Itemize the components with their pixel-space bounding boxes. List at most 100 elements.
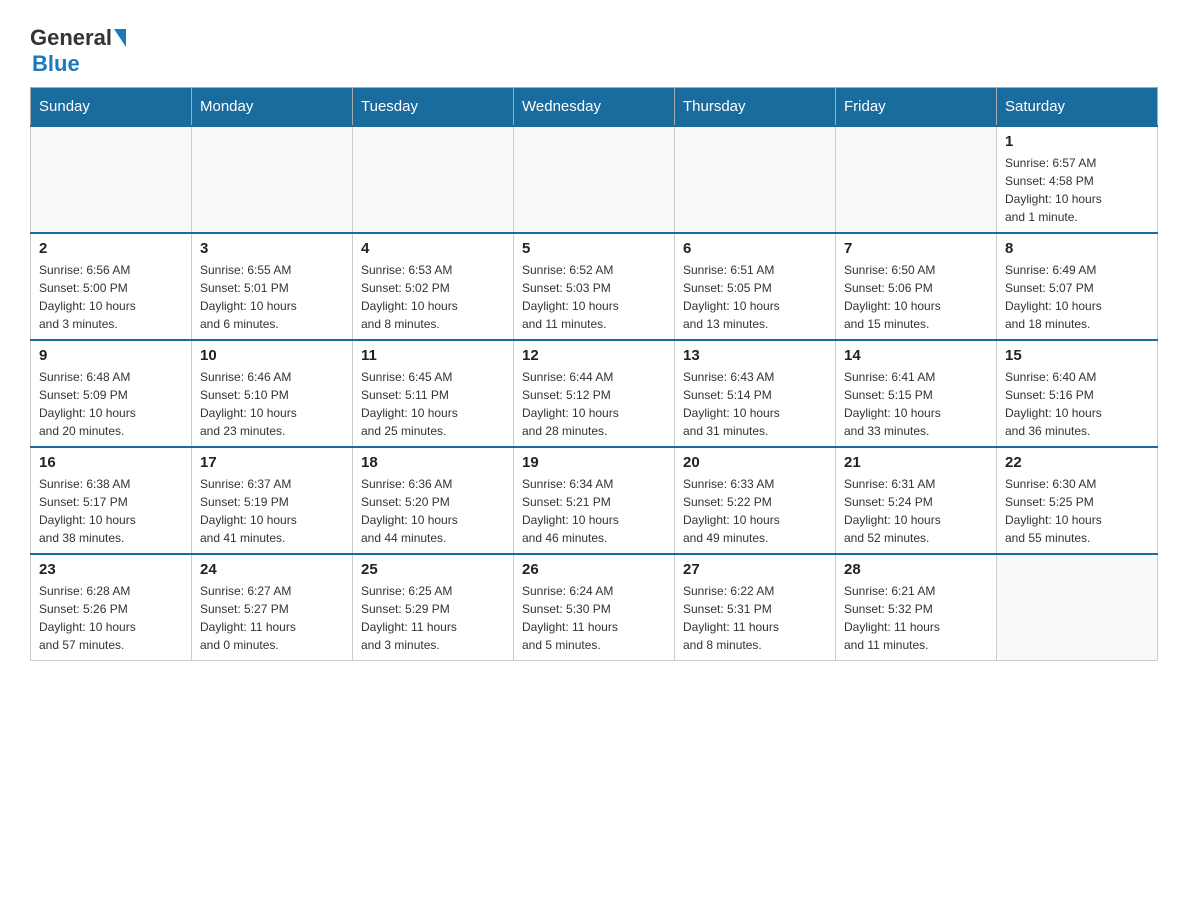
day-number: 5 [522, 240, 666, 257]
calendar-cell [514, 126, 675, 233]
logo-general-word: General [30, 25, 112, 51]
day-sun-info: Sunrise: 6:43 AM Sunset: 5:14 PM Dayligh… [683, 368, 827, 440]
day-sun-info: Sunrise: 6:45 AM Sunset: 5:11 PM Dayligh… [361, 368, 505, 440]
calendar-cell [353, 126, 514, 233]
day-number: 18 [361, 454, 505, 471]
day-sun-info: Sunrise: 6:28 AM Sunset: 5:26 PM Dayligh… [39, 582, 183, 654]
day-number: 16 [39, 454, 183, 471]
day-number: 11 [361, 347, 505, 364]
day-sun-info: Sunrise: 6:44 AM Sunset: 5:12 PM Dayligh… [522, 368, 666, 440]
day-number: 17 [200, 454, 344, 471]
day-of-week-header: Friday [836, 88, 997, 127]
day-sun-info: Sunrise: 6:31 AM Sunset: 5:24 PM Dayligh… [844, 475, 988, 547]
day-sun-info: Sunrise: 6:40 AM Sunset: 5:16 PM Dayligh… [1005, 368, 1149, 440]
day-number: 4 [361, 240, 505, 257]
calendar-cell: 23 Sunrise: 6:28 AM Sunset: 5:26 PM Dayli… [31, 554, 192, 661]
day-of-week-header: Wednesday [514, 88, 675, 127]
day-number: 22 [1005, 454, 1149, 471]
day-sun-info: Sunrise: 6:46 AM Sunset: 5:10 PM Dayligh… [200, 368, 344, 440]
day-sun-info: Sunrise: 6:52 AM Sunset: 5:03 PM Dayligh… [522, 261, 666, 333]
day-of-week-header: Sunday [31, 88, 192, 127]
calendar-cell [675, 126, 836, 233]
day-number: 2 [39, 240, 183, 257]
day-sun-info: Sunrise: 6:33 AM Sunset: 5:22 PM Dayligh… [683, 475, 827, 547]
calendar-table: SundayMondayTuesdayWednesdayThursdayFrid… [30, 87, 1158, 661]
calendar-cell: 21 Sunrise: 6:31 AM Sunset: 5:24 PM Dayli… [836, 447, 997, 554]
day-sun-info: Sunrise: 6:27 AM Sunset: 5:27 PM Dayligh… [200, 582, 344, 654]
calendar-week-row: 1 Sunrise: 6:57 AM Sunset: 4:58 PM Daylig… [31, 126, 1158, 233]
calendar-cell: 10 Sunrise: 6:46 AM Sunset: 5:10 PM Dayli… [192, 340, 353, 447]
calendar-cell [192, 126, 353, 233]
calendar-cell: 28Sunrise: 6:21 AM Sunset: 5:32 PM Dayli… [836, 554, 997, 661]
calendar-cell: 1 Sunrise: 6:57 AM Sunset: 4:58 PM Daylig… [997, 126, 1158, 233]
calendar-cell [836, 126, 997, 233]
day-number: 23 [39, 561, 183, 578]
day-sun-info: Sunrise: 6:55 AM Sunset: 5:01 PM Dayligh… [200, 261, 344, 333]
day-number: 9 [39, 347, 183, 364]
calendar-cell: 4 Sunrise: 6:53 AM Sunset: 5:02 PM Daylig… [353, 233, 514, 340]
day-sun-info: Sunrise: 6:25 AM Sunset: 5:29 PM Dayligh… [361, 582, 505, 654]
day-sun-info: Sunrise: 6:30 AM Sunset: 5:25 PM Dayligh… [1005, 475, 1149, 547]
day-number: 10 [200, 347, 344, 364]
day-sun-info: Sunrise: 6:50 AM Sunset: 5:06 PM Dayligh… [844, 261, 988, 333]
day-sun-info: Sunrise: 6:41 AM Sunset: 5:15 PM Dayligh… [844, 368, 988, 440]
calendar-cell: 22 Sunrise: 6:30 AM Sunset: 5:25 PM Dayli… [997, 447, 1158, 554]
day-number: 15 [1005, 347, 1149, 364]
day-number: 20 [683, 454, 827, 471]
day-sun-info: Sunrise: 6:34 AM Sunset: 5:21 PM Dayligh… [522, 475, 666, 547]
day-number: 27 [683, 561, 827, 578]
calendar-cell: 9 Sunrise: 6:48 AM Sunset: 5:09 PM Daylig… [31, 340, 192, 447]
logo: General Blue [30, 20, 128, 77]
day-sun-info: Sunrise: 6:48 AM Sunset: 5:09 PM Dayligh… [39, 368, 183, 440]
day-sun-info: Sunrise: 6:24 AM Sunset: 5:30 PM Dayligh… [522, 582, 666, 654]
calendar-cell: 25 Sunrise: 6:25 AM Sunset: 5:29 PM Dayli… [353, 554, 514, 661]
calendar-cell: 3Sunrise: 6:55 AM Sunset: 5:01 PM Daylig… [192, 233, 353, 340]
day-sun-info: Sunrise: 6:21 AM Sunset: 5:32 PM Dayligh… [844, 582, 988, 654]
calendar-cell: 27 Sunrise: 6:22 AM Sunset: 5:31 PM Dayli… [675, 554, 836, 661]
calendar-cell: 7Sunrise: 6:50 AM Sunset: 5:06 PM Daylig… [836, 233, 997, 340]
calendar-cell: 18 Sunrise: 6:36 AM Sunset: 5:20 PM Dayli… [353, 447, 514, 554]
day-number: 8 [1005, 240, 1149, 257]
day-number: 13 [683, 347, 827, 364]
calendar-cell: 16Sunrise: 6:38 AM Sunset: 5:17 PM Dayli… [31, 447, 192, 554]
day-sun-info: Sunrise: 6:57 AM Sunset: 4:58 PM Dayligh… [1005, 154, 1149, 226]
day-number: 24 [200, 561, 344, 578]
calendar-cell [997, 554, 1158, 661]
calendar-cell: 6 Sunrise: 6:51 AM Sunset: 5:05 PM Daylig… [675, 233, 836, 340]
day-number: 26 [522, 561, 666, 578]
day-sun-info: Sunrise: 6:49 AM Sunset: 5:07 PM Dayligh… [1005, 261, 1149, 333]
day-of-week-header: Thursday [675, 88, 836, 127]
calendar-cell: 13 Sunrise: 6:43 AM Sunset: 5:14 PM Dayli… [675, 340, 836, 447]
calendar-cell: 2 Sunrise: 6:56 AM Sunset: 5:00 PM Daylig… [31, 233, 192, 340]
day-number: 19 [522, 454, 666, 471]
day-of-week-header: Tuesday [353, 88, 514, 127]
logo-blue-text: Blue [32, 51, 80, 77]
calendar-cell: 24 Sunrise: 6:27 AM Sunset: 5:27 PM Dayli… [192, 554, 353, 661]
calendar-header-row: SundayMondayTuesdayWednesdayThursdayFrid… [31, 88, 1158, 127]
calendar-cell: 19 Sunrise: 6:34 AM Sunset: 5:21 PM Dayli… [514, 447, 675, 554]
calendar-cell: 12 Sunrise: 6:44 AM Sunset: 5:12 PM Dayli… [514, 340, 675, 447]
day-sun-info: Sunrise: 6:36 AM Sunset: 5:20 PM Dayligh… [361, 475, 505, 547]
calendar-cell: 14Sunrise: 6:41 AM Sunset: 5:15 PM Dayli… [836, 340, 997, 447]
logo-general-text: General [30, 25, 128, 51]
day-number: 25 [361, 561, 505, 578]
calendar-week-row: 16Sunrise: 6:38 AM Sunset: 5:17 PM Dayli… [31, 447, 1158, 554]
page-header: General Blue [30, 20, 1158, 77]
day-number: 12 [522, 347, 666, 364]
day-sun-info: Sunrise: 6:22 AM Sunset: 5:31 PM Dayligh… [683, 582, 827, 654]
calendar-cell: 17Sunrise: 6:37 AM Sunset: 5:19 PM Dayli… [192, 447, 353, 554]
day-sun-info: Sunrise: 6:53 AM Sunset: 5:02 PM Dayligh… [361, 261, 505, 333]
calendar-cell: 5 Sunrise: 6:52 AM Sunset: 5:03 PM Daylig… [514, 233, 675, 340]
day-sun-info: Sunrise: 6:51 AM Sunset: 5:05 PM Dayligh… [683, 261, 827, 333]
calendar-cell: 8 Sunrise: 6:49 AM Sunset: 5:07 PM Daylig… [997, 233, 1158, 340]
calendar-cell: 26 Sunrise: 6:24 AM Sunset: 5:30 PM Dayli… [514, 554, 675, 661]
day-sun-info: Sunrise: 6:56 AM Sunset: 5:00 PM Dayligh… [39, 261, 183, 333]
calendar-cell: 15 Sunrise: 6:40 AM Sunset: 5:16 PM Dayli… [997, 340, 1158, 447]
day-number: 6 [683, 240, 827, 257]
day-number: 21 [844, 454, 988, 471]
calendar-cell [31, 126, 192, 233]
calendar-cell: 20 Sunrise: 6:33 AM Sunset: 5:22 PM Dayli… [675, 447, 836, 554]
calendar-week-row: 23 Sunrise: 6:28 AM Sunset: 5:26 PM Dayli… [31, 554, 1158, 661]
logo-triangle-icon [114, 29, 126, 47]
day-number: 1 [1005, 133, 1149, 150]
